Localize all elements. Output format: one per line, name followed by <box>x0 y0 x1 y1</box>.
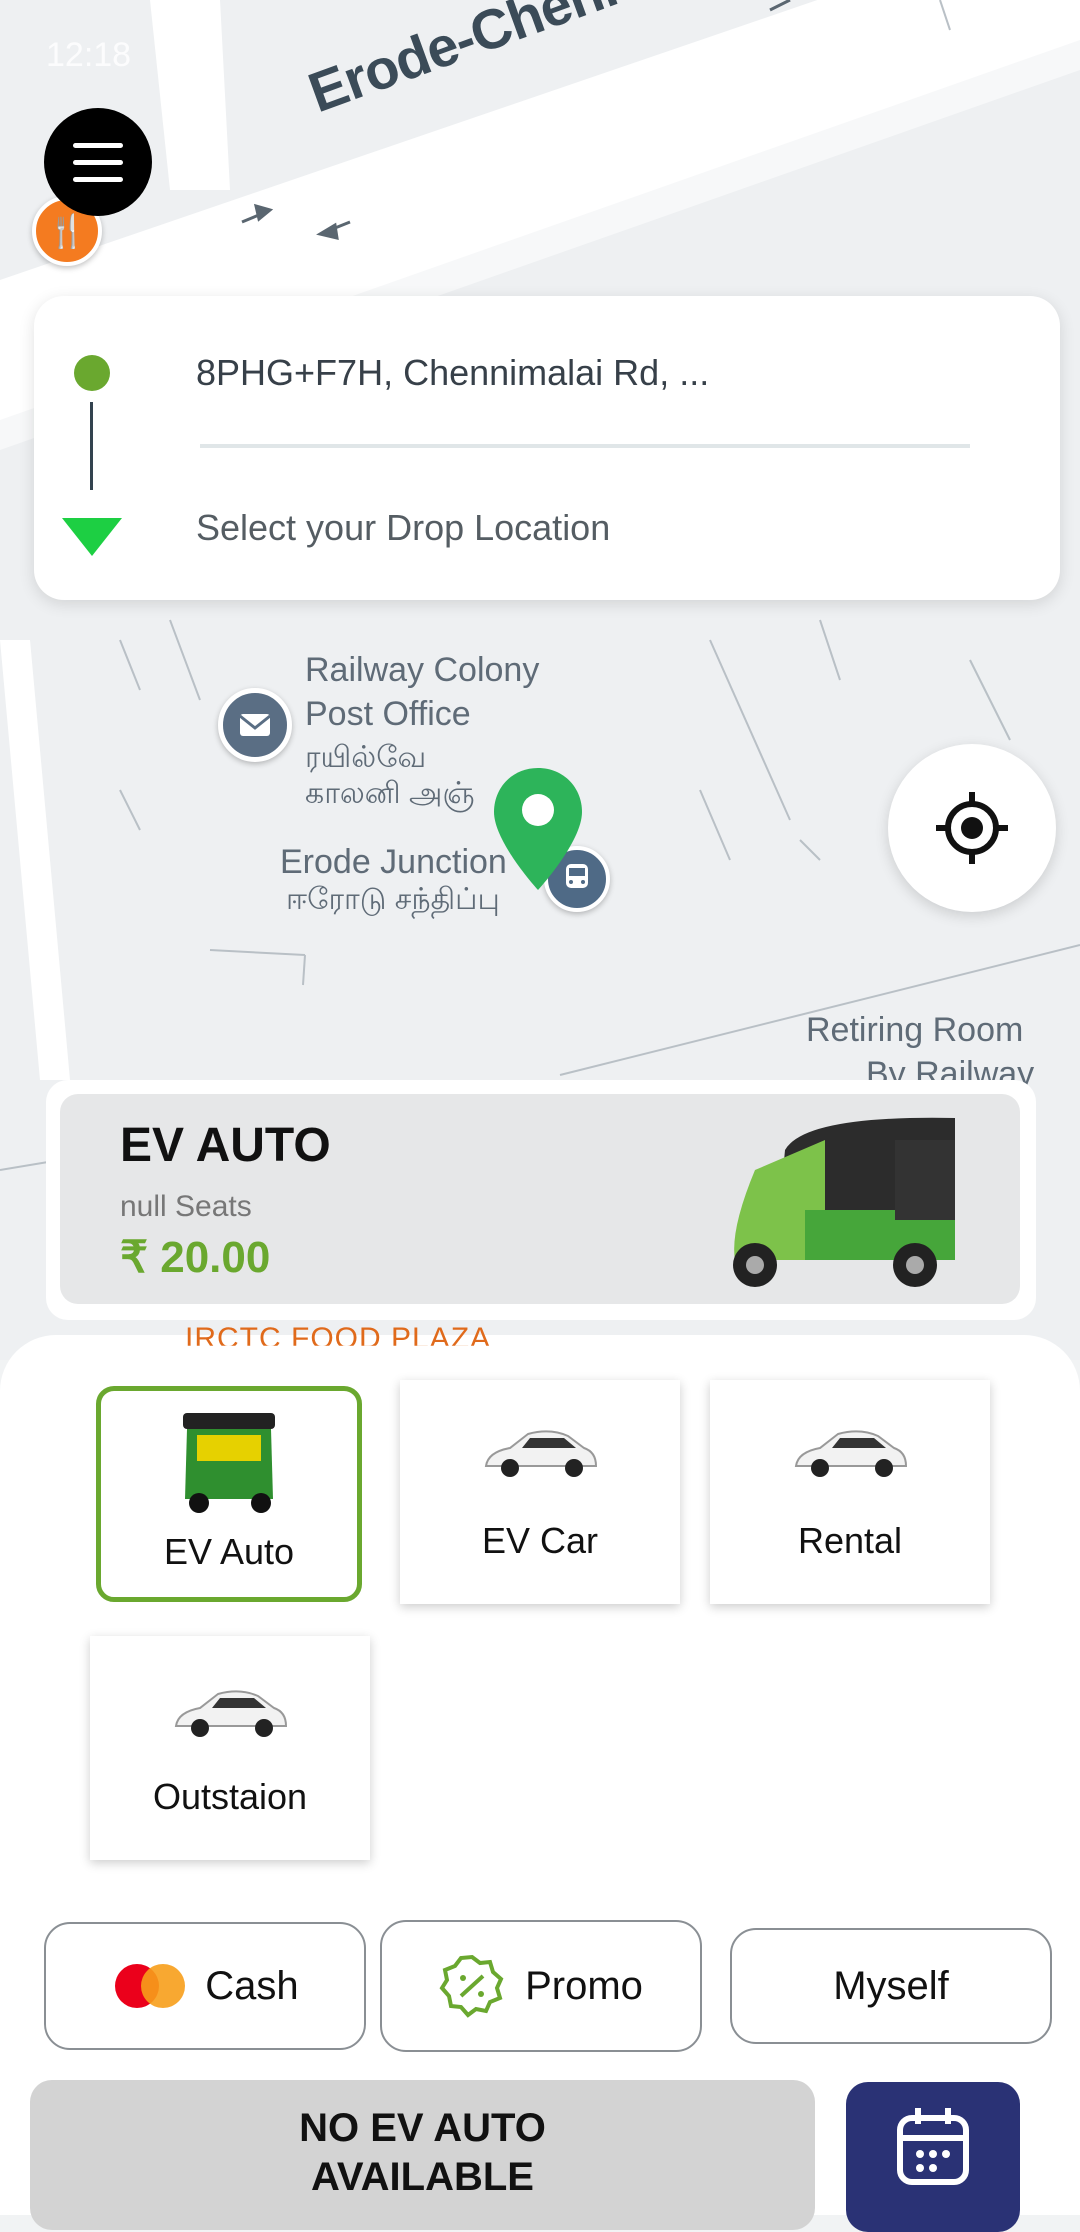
pickup-dot-icon <box>74 355 110 391</box>
poi-post-office-l2: Post Office <box>305 695 471 733</box>
book-button-line2: AVAILABLE <box>311 2155 534 2199</box>
promo-button[interactable]: Promo <box>380 1920 702 2052</box>
book-ride-button[interactable]: NO EV AUTO AVAILABLE <box>30 2080 815 2230</box>
car-icon <box>790 1424 910 1484</box>
ride-option-rental[interactable]: Rental <box>710 1380 990 1604</box>
payment-cash-button[interactable]: Cash <box>44 1922 366 2050</box>
discount-badge-icon <box>439 1954 504 2018</box>
status-time: 12:18 <box>46 36 132 74</box>
ride-option-label: EV Car <box>481 1520 599 1561</box>
ride-option-ev-car[interactable]: EV Car <box>400 1380 680 1604</box>
pickup-pin-icon <box>490 764 586 894</box>
cash-label: Cash <box>205 1963 299 2008</box>
location-card <box>34 296 1060 600</box>
vehicle-price: ₹ 20.00 <box>120 1233 271 1282</box>
location-divider <box>200 444 970 448</box>
ride-option-outstation[interactable]: Outstaion <box>90 1636 370 1860</box>
vehicle-name: EV AUTO <box>120 1119 331 1172</box>
post-office-marker-icon[interactable] <box>218 688 292 762</box>
ride-option-label: EV Auto <box>163 1531 295 1572</box>
drop-triangle-icon <box>62 518 122 556</box>
car-icon <box>480 1424 600 1484</box>
car-icon <box>170 1684 290 1744</box>
poi-junction-l1: Erode Junction <box>280 843 507 881</box>
drop-location-input[interactable]: Select your Drop Location <box>196 507 610 549</box>
my-location-button[interactable] <box>888 744 1056 912</box>
ride-option-label: Outstaion <box>152 1776 308 1817</box>
myself-label: Myself <box>833 1963 949 2008</box>
poi-retiring-l1: Retiring Room <box>806 1011 1024 1049</box>
ride-option-label: Rental <box>797 1520 903 1561</box>
menu-button[interactable] <box>44 108 152 216</box>
book-button-line1: NO EV AUTO <box>299 2106 546 2150</box>
mastercard-icon <box>115 1964 186 2008</box>
vehicle-seats: null Seats <box>120 1190 252 1223</box>
ride-option-ev-auto[interactable]: EV Auto <box>96 1386 362 1602</box>
crosshair-icon <box>936 792 1008 864</box>
pickup-address[interactable]: 8PHG+F7H, Chennimalai Rd, ... <box>196 352 709 394</box>
auto-rickshaw-icon <box>177 1407 281 1519</box>
rider-selector-button[interactable]: Myself <box>730 1928 1052 2044</box>
promo-label: Promo <box>525 1963 643 2008</box>
schedule-ride-button[interactable] <box>846 2082 1020 2232</box>
poi-post-office-l3: ரயில்வே <box>305 741 427 774</box>
poi-junction-l2: ஈரோடு சந்திப்பு <box>286 883 500 916</box>
ev-auto-illustration-icon <box>715 1110 965 1290</box>
status-battery: 8% <box>948 36 998 74</box>
poi-post-office-l4: காலனி அஞ் <box>305 777 475 810</box>
calendar-icon <box>897 2108 969 2185</box>
poi-post-office-l1: Railway Colony <box>305 651 540 689</box>
route-line <box>90 402 93 490</box>
